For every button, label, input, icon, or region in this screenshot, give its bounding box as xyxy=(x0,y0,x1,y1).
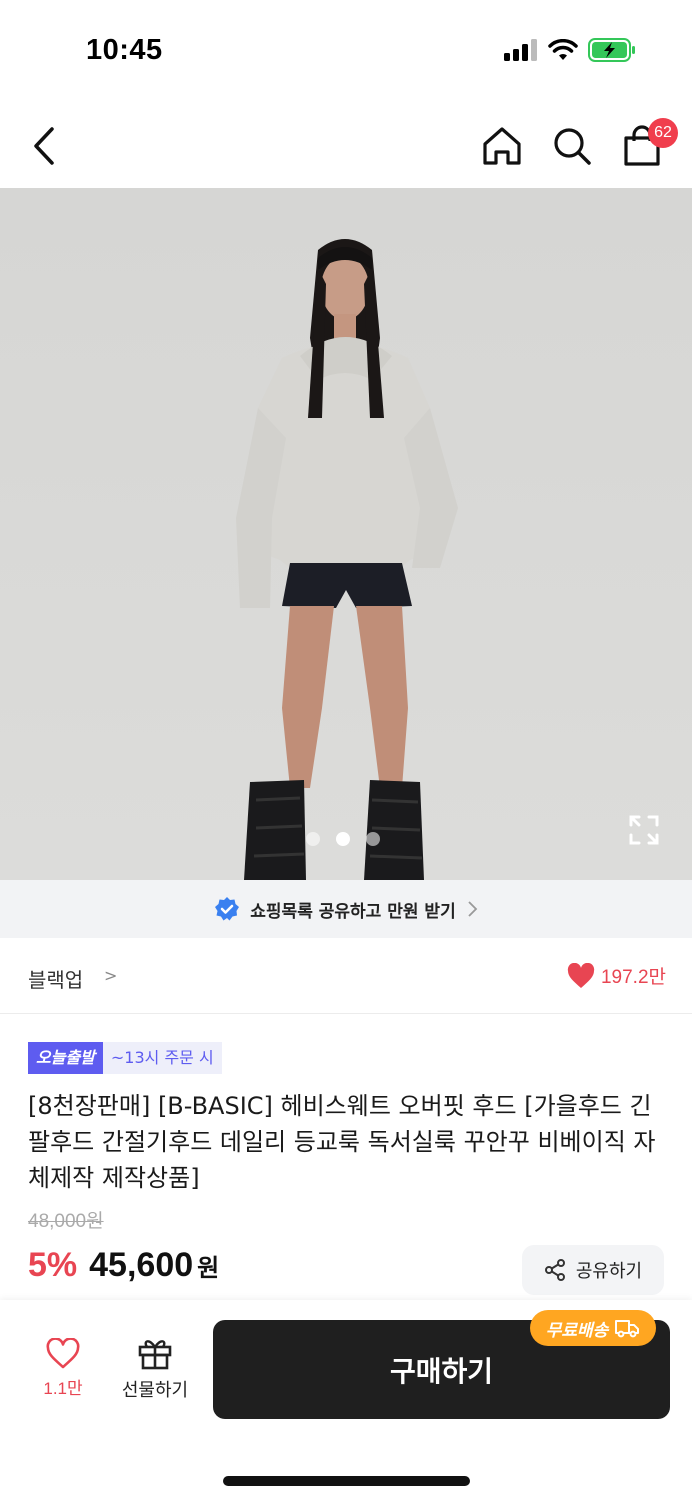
verified-check-icon xyxy=(215,897,240,921)
price-unit: 원 xyxy=(197,1254,220,1282)
discount-rate: 5% xyxy=(28,1246,78,1284)
product-image[interactable] xyxy=(0,188,692,880)
expand-icon xyxy=(629,815,659,845)
top-nav xyxy=(0,110,692,188)
buy-button-label: 구매하기 xyxy=(389,1354,494,1388)
free-shipping-badge: 무료배송 xyxy=(530,1310,656,1346)
cart-count-badge: 62 xyxy=(648,118,678,148)
cellular-signal-icon xyxy=(504,39,538,65)
share-reward-banner[interactable]: 쇼핑목록 공유하고 만원 받기 xyxy=(0,880,692,938)
wishlist-count: 1.1만 xyxy=(43,1379,83,1398)
product-photo xyxy=(0,188,692,880)
share-button[interactable]: 공유하기 xyxy=(522,1245,664,1295)
chevron-right-icon xyxy=(468,901,477,917)
share-button-label: 공유하기 xyxy=(575,1261,643,1282)
today-ship-badge: 오늘출발 xyxy=(28,1042,103,1074)
status-bar: 10:45 xyxy=(0,0,692,100)
brand-row: 블랙업 > 197.2만 xyxy=(0,938,692,1014)
image-pagination xyxy=(306,832,380,846)
home-icon xyxy=(483,127,521,165)
order-cutoff-badge: ~13시 주문 시 xyxy=(102,1042,222,1074)
wifi-icon xyxy=(548,38,578,65)
battery-charging-icon xyxy=(588,38,636,66)
search-button[interactable] xyxy=(550,124,594,168)
pagination-dot[interactable] xyxy=(366,832,380,846)
chevron-left-icon xyxy=(34,127,54,165)
share-banner-text: 쇼핑목록 공유하고 만원 받기 xyxy=(250,901,456,922)
delivery-badges: 오늘출발 ~13시 주문 시 xyxy=(28,1042,222,1074)
pagination-dot-active[interactable] xyxy=(336,832,350,846)
price-row: 5% 45,600 원 xyxy=(28,1246,219,1285)
gift-label: 선물하기 xyxy=(121,1380,189,1401)
expand-image-button[interactable] xyxy=(628,814,660,846)
gift-icon xyxy=(138,1340,172,1370)
status-time: 10:45 xyxy=(86,34,163,66)
truck-icon xyxy=(615,1320,640,1338)
pagination-dot[interactable] xyxy=(306,832,320,846)
heart-outline-icon xyxy=(46,1338,80,1369)
status-icons xyxy=(504,38,636,66)
sale-price: 45,600 xyxy=(89,1246,194,1284)
search-icon xyxy=(554,128,591,165)
original-price: 48,000원 xyxy=(28,1211,104,1232)
brand-chevron: > xyxy=(104,966,118,985)
gift-button[interactable]: 선물하기 xyxy=(112,1336,198,1408)
share-icon xyxy=(544,1259,565,1281)
home-indicator xyxy=(223,1476,470,1486)
free-shipping-label: 무료배송 xyxy=(545,1320,609,1341)
home-button[interactable] xyxy=(480,124,524,168)
brand-like[interactable]: 197.2만 xyxy=(567,962,666,989)
wishlist-button[interactable]: 1.1만 xyxy=(28,1338,98,1408)
brand-like-count: 197.2만 xyxy=(600,967,666,988)
heart-filled-icon xyxy=(567,962,595,988)
product-title: [8천장판매] [B-BASIC] 헤비스웨트 오버핏 후드 [가을후드 긴팔후… xyxy=(28,1092,656,1192)
brand-name-link[interactable]: 블랙업 xyxy=(28,964,83,993)
back-button[interactable] xyxy=(24,124,64,168)
